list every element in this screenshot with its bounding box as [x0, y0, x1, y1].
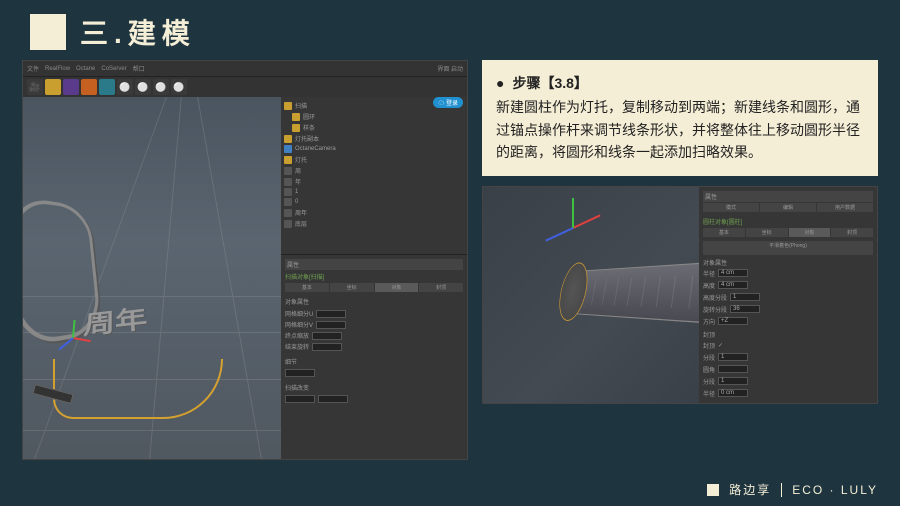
cylinder-object [544, 250, 699, 336]
props-group: 封顶 [703, 330, 873, 339]
props-header: 属性 [285, 259, 463, 270]
slide-header: 三.建模 [0, 0, 900, 60]
header-square-icon [30, 14, 66, 50]
prop-row: 旋转分段36 [703, 304, 873, 315]
hierarchy-item: 灯托 [284, 154, 464, 165]
screenshot-right: 属性 模式 编辑 用户数据 圆柱对象[圆柱] 基本 坐标 对象 封顶 平滑着色(… [482, 186, 878, 404]
tab[interactable]: 坐标 [330, 283, 374, 292]
props-tabs[interactable]: 基本 坐标 对象 封顶 [285, 283, 463, 292]
prop-input[interactable] [312, 343, 342, 351]
screenshot-left: 文件 RealFlow Octane CoServer 帮口 界面 启动 🎥 ⚪… [22, 60, 468, 460]
prop-row: 半径4 cm [703, 268, 873, 279]
hierarchy-item: 周年 [284, 207, 464, 218]
app-menubar: 文件 RealFlow Octane CoServer 帮口 界面 启动 [23, 61, 467, 77]
content-row: 文件 RealFlow Octane CoServer 帮口 界面 启动 🎥 ⚪… [0, 60, 900, 460]
properties-panel[interactable]: 属性 扫描对象[扫描] 基本 坐标 对象 封顶 对象属性 网格细分U 网格细分V… [281, 255, 467, 459]
tool-icon[interactable] [81, 79, 97, 95]
prop-row [285, 394, 463, 404]
prop-row [285, 368, 463, 378]
tool-icon[interactable]: ⚪ [171, 79, 187, 95]
props-group: 对象属性 [703, 258, 873, 267]
side-panels: 扫描 圆环 样条 灯托副本 OctaneCamera 灯托 周 年 1 0 周年… [281, 97, 467, 459]
props-tabs: 基本 坐标 对象 封顶 [703, 228, 873, 237]
cloud-login-badge[interactable]: ☁ 登录 [433, 97, 463, 108]
menu-item[interactable]: CoServer [101, 66, 126, 72]
tool-icon[interactable]: 🎥 [27, 79, 43, 95]
prop-row: 高度4 cm [703, 280, 873, 291]
tool-icon[interactable]: ⚪ [117, 79, 133, 95]
prop-row: 分段1 [703, 376, 873, 387]
hierarchy-item: 底层 [284, 218, 464, 229]
prop-row: 终点缩放 [285, 330, 463, 341]
right-column: 步骤【3.8】 新建圆柱作为灯托，复制移动到两端；新建线条和圆形，通过锚点操作杆… [482, 60, 878, 460]
prop-row: 网格细分U [285, 308, 463, 319]
prop-row: 圆角 [703, 364, 873, 375]
tab[interactable]: 封顶 [419, 283, 463, 292]
phong-tab[interactable]: 平滑着色(Phong) [703, 241, 873, 255]
footer-square-icon [707, 484, 719, 496]
props-object: 圆柱对象[圆柱] [703, 216, 873, 227]
prop-row: 分段1 [703, 352, 873, 363]
tab[interactable]: 对象 [375, 283, 419, 292]
tab[interactable]: 基本 [285, 283, 329, 292]
hierarchy-item: 年 [284, 176, 464, 187]
viewport-3d[interactable]: 周年 [23, 97, 281, 459]
tool-icon[interactable] [63, 79, 79, 95]
slide-footer: 路边享 ECO · LULY [707, 481, 878, 498]
prop-row: 高度分段1 [703, 292, 873, 303]
props-object: 扫描对象[扫描] [285, 270, 463, 283]
props-group: 对象属性 [285, 295, 463, 308]
prop-input[interactable] [316, 310, 346, 318]
properties-panel-right[interactable]: 属性 模式 编辑 用户数据 圆柱对象[圆柱] 基本 坐标 对象 封顶 平滑着色(… [699, 187, 877, 403]
hierarchy-panel[interactable]: 扫描 圆环 样条 灯托副本 OctaneCamera 灯托 周 年 1 0 周年… [281, 97, 467, 255]
hierarchy-item: 1 [284, 187, 464, 197]
viewport-detail[interactable] [483, 187, 699, 403]
hierarchy-item: 样条 [284, 122, 464, 133]
prop-input[interactable] [316, 321, 346, 329]
footer-brand1: 路边享 [729, 481, 771, 498]
slide-title: 三.建模 [80, 12, 196, 52]
prop-row: 封顶✓ [703, 340, 873, 351]
props-header: 属性 [703, 191, 873, 202]
footer-brand2: ECO · LULY [792, 483, 878, 497]
footer-divider [781, 483, 782, 497]
tool-icon[interactable] [45, 79, 61, 95]
prop-input[interactable] [312, 332, 342, 340]
step-label: 步骤【3.8】 [496, 72, 864, 94]
menu-item[interactable]: 帮口 [133, 64, 145, 73]
hierarchy-item: 灯托副本 [284, 133, 464, 144]
tool-icon[interactable]: ⚪ [153, 79, 169, 95]
app-body: 周年 扫描 圆环 样条 灯托副本 OctaneCamera 灯托 周 [23, 97, 467, 459]
prop-row: 方向+Z [703, 316, 873, 327]
prop-row: 网格细分V [285, 319, 463, 330]
instruction-box: 步骤【3.8】 新建圆柱作为灯托，复制移动到两端；新建线条和圆形，通过锚点操作杆… [482, 60, 878, 176]
hierarchy-item: 周 [284, 165, 464, 176]
menu-item[interactable]: RealFlow [45, 66, 70, 72]
tool-icon[interactable]: ⚪ [135, 79, 151, 95]
toolbar: 🎥 ⚪ ⚪ ⚪ ⚪ [23, 77, 467, 97]
menu-layout[interactable]: 界面 启动 [437, 64, 463, 73]
props-group: 扫描改变 [285, 381, 463, 394]
menu-item[interactable]: Octane [76, 66, 95, 72]
step-body: 新建圆柱作为灯托，复制移动到两端；新建线条和圆形，通过锚点操作杆来调节线条形状，… [496, 96, 864, 163]
hierarchy-item: OctaneCamera [284, 144, 464, 154]
hierarchy-item: 0 [284, 197, 464, 207]
tool-icon[interactable] [99, 79, 115, 95]
object-anniversary-text: 周年 [82, 300, 148, 342]
prop-row: 结束旋转 [285, 341, 463, 352]
props-top-tabs: 模式 编辑 用户数据 [703, 203, 873, 212]
props-group: 细节 [285, 355, 463, 368]
hierarchy-item: 圆环 [284, 111, 464, 122]
menu-item[interactable]: 文件 [27, 64, 39, 73]
prop-row: 半径0 cm [703, 388, 873, 399]
